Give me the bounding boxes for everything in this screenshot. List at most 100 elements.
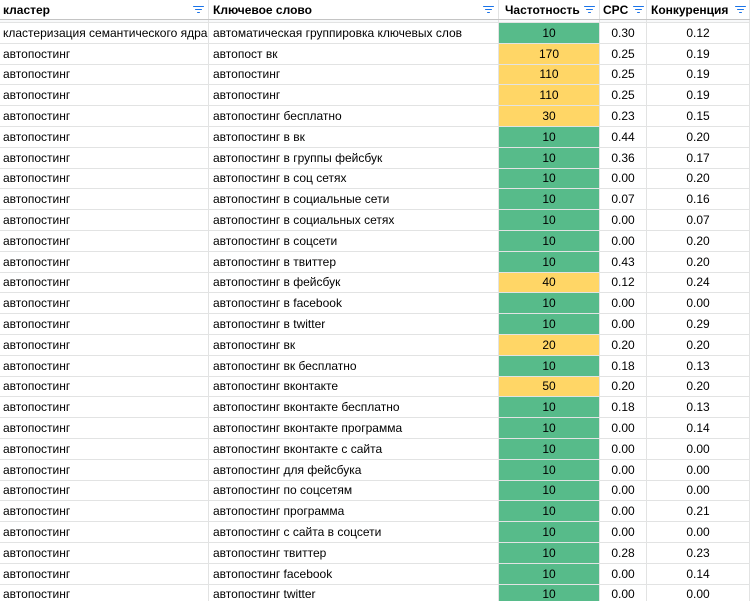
cell-keyword[interactable]: автопостинг в группы фейсбук — [209, 147, 499, 168]
cell-cluster[interactable]: автопостинг — [0, 251, 209, 272]
cell-cluster[interactable]: автопостинг — [0, 168, 209, 189]
cell-competition[interactable]: 0.00 — [647, 459, 750, 480]
cell-cluster[interactable]: автопостинг — [0, 480, 209, 501]
cell-frequency[interactable]: 110 — [499, 85, 600, 106]
cell-cpc[interactable]: 0.28 — [600, 542, 647, 563]
cell-frequency[interactable]: 10 — [499, 210, 600, 230]
cell-cpc[interactable]: 0.07 — [600, 189, 647, 210]
cell-frequency[interactable]: 20 — [499, 334, 600, 355]
cell-cluster[interactable]: автопостинг — [0, 334, 209, 355]
filter-icon[interactable] — [632, 5, 644, 15]
cell-frequency[interactable]: 10 — [499, 542, 600, 563]
header-cluster[interactable]: кластер — [0, 0, 209, 19]
cell-competition[interactable]: 0.13 — [647, 355, 750, 376]
cell-frequency[interactable]: 10 — [499, 355, 600, 376]
cell-frequency[interactable]: 50 — [499, 376, 600, 397]
cell-keyword[interactable]: автопостинг — [209, 85, 499, 106]
cell-cpc[interactable]: 0.00 — [600, 522, 647, 542]
cell-cluster[interactable]: автопостинг — [0, 501, 209, 522]
cell-cpc[interactable]: 0.00 — [600, 230, 647, 251]
cell-cpc[interactable]: 0.00 — [600, 314, 647, 334]
cell-competition[interactable]: 0.24 — [647, 272, 750, 293]
cell-competition[interactable]: 0.17 — [647, 147, 750, 168]
cell-keyword[interactable]: автопостинг в твиттер — [209, 251, 499, 272]
filter-icon[interactable] — [734, 5, 746, 15]
cell-cluster[interactable]: автопостинг — [0, 230, 209, 251]
cell-frequency[interactable]: 10 — [499, 251, 600, 272]
cell-keyword[interactable]: автопост вк — [209, 43, 499, 64]
cell-competition[interactable]: 0.00 — [647, 293, 750, 314]
cell-frequency[interactable]: 10 — [499, 147, 600, 168]
cell-competition[interactable]: 0.14 — [647, 418, 750, 438]
cell-cluster[interactable]: автопостинг — [0, 106, 209, 126]
cell-frequency[interactable]: 10 — [499, 126, 600, 147]
cell-cpc[interactable]: 0.00 — [600, 438, 647, 459]
cell-cluster[interactable]: автопостинг — [0, 147, 209, 168]
cell-cpc[interactable]: 0.00 — [600, 501, 647, 522]
cell-frequency[interactable]: 10 — [499, 293, 600, 314]
cell-cluster[interactable]: автопостинг — [0, 542, 209, 563]
cell-keyword[interactable]: автопостинг в соц сетях — [209, 168, 499, 189]
cell-competition[interactable]: 0.14 — [647, 563, 750, 584]
header-competition[interactable]: Конкуренция — [647, 0, 750, 19]
cell-keyword[interactable]: автопостинг твиттер — [209, 542, 499, 563]
cell-cluster[interactable]: автопостинг — [0, 272, 209, 293]
cell-keyword[interactable]: автопостинг в фейсбук — [209, 272, 499, 293]
cell-competition[interactable]: 0.19 — [647, 64, 750, 85]
cell-cluster[interactable]: автопостинг — [0, 64, 209, 85]
cell-cpc[interactable]: 0.20 — [600, 376, 647, 397]
cell-frequency[interactable]: 10 — [499, 459, 600, 480]
cell-cpc[interactable]: 0.25 — [600, 43, 647, 64]
cell-frequency[interactable]: 170 — [499, 43, 600, 64]
cell-cpc[interactable]: 0.18 — [600, 355, 647, 376]
cell-cluster[interactable]: автопостинг — [0, 522, 209, 542]
cell-competition[interactable]: 0.00 — [647, 480, 750, 501]
cell-frequency[interactable]: 10 — [499, 501, 600, 522]
cell-cluster[interactable]: автопостинг — [0, 418, 209, 438]
cell-competition[interactable]: 0.19 — [647, 43, 750, 64]
cell-cpc[interactable]: 0.43 — [600, 251, 647, 272]
cell-cluster[interactable]: автопостинг — [0, 563, 209, 584]
cell-cpc[interactable]: 0.00 — [600, 168, 647, 189]
cell-keyword[interactable]: автопостинг вк — [209, 334, 499, 355]
cell-competition[interactable]: 0.07 — [647, 210, 750, 230]
cell-cluster[interactable]: автопостинг — [0, 397, 209, 418]
cell-cpc[interactable]: 0.25 — [600, 85, 647, 106]
cell-competition[interactable]: 0.20 — [647, 376, 750, 397]
cell-keyword[interactable]: автопостинг в twitter — [209, 314, 499, 334]
cell-cpc[interactable]: 0.00 — [600, 293, 647, 314]
cell-keyword[interactable]: автопостинг с сайта в соцсети — [209, 522, 499, 542]
cell-keyword[interactable]: автопостинг по соцсетям — [209, 480, 499, 501]
cell-cpc[interactable]: 0.00 — [600, 418, 647, 438]
cell-keyword[interactable]: автопостинг facebook — [209, 563, 499, 584]
cell-keyword[interactable]: автопостинг для фейсбука — [209, 459, 499, 480]
cell-competition[interactable]: 0.20 — [647, 126, 750, 147]
cell-keyword[interactable]: автопостинг вконтакте — [209, 376, 499, 397]
cell-keyword[interactable]: автопостинг вк бесплатно — [209, 355, 499, 376]
cell-cluster[interactable]: автопостинг — [0, 376, 209, 397]
cell-frequency[interactable]: 40 — [499, 272, 600, 293]
cell-competition[interactable]: 0.15 — [647, 106, 750, 126]
cell-competition[interactable]: 0.00 — [647, 522, 750, 542]
cell-keyword[interactable]: автопостинг в социальных сетях — [209, 210, 499, 230]
cell-competition[interactable]: 0.20 — [647, 334, 750, 355]
cell-cpc[interactable]: 0.00 — [600, 584, 647, 601]
filter-icon[interactable] — [192, 5, 204, 15]
cell-cpc[interactable]: 0.00 — [600, 210, 647, 230]
cell-competition[interactable]: 0.19 — [647, 85, 750, 106]
filter-icon[interactable] — [583, 5, 595, 15]
cell-frequency[interactable]: 10 — [499, 397, 600, 418]
cell-competition[interactable]: 0.20 — [647, 230, 750, 251]
cell-frequency[interactable]: 10 — [499, 522, 600, 542]
cell-frequency[interactable]: 30 — [499, 106, 600, 126]
header-frequency[interactable]: Частотность — [499, 0, 600, 19]
cell-competition[interactable]: 0.23 — [647, 542, 750, 563]
filter-icon[interactable] — [482, 5, 494, 15]
cell-cluster[interactable]: автопостинг — [0, 210, 209, 230]
cell-keyword[interactable]: автоматическая группировка ключевых слов — [209, 23, 499, 43]
cell-competition[interactable]: 0.20 — [647, 168, 750, 189]
cell-cluster[interactable]: автопостинг — [0, 314, 209, 334]
cell-cpc[interactable]: 0.30 — [600, 23, 647, 43]
cell-frequency[interactable]: 10 — [499, 23, 600, 43]
cell-keyword[interactable]: автопостинг в вк — [209, 126, 499, 147]
